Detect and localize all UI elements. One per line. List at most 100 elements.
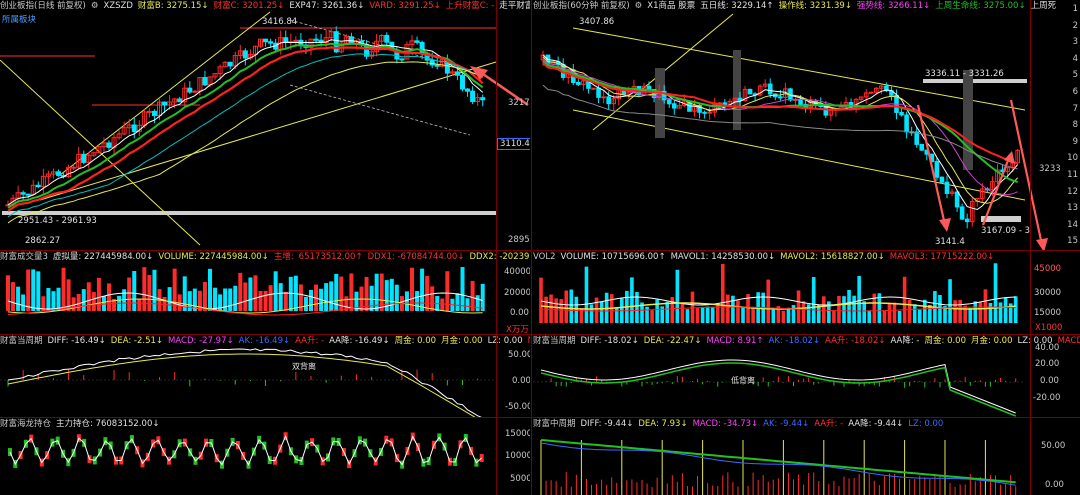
candle xyxy=(146,110,152,113)
resistance-band xyxy=(923,79,1027,83)
panel-divider xyxy=(0,250,1080,251)
volume-bar xyxy=(16,286,21,311)
candle xyxy=(672,103,677,109)
volume-bar xyxy=(584,266,589,323)
left-macd-lines[interactable] xyxy=(0,335,530,417)
right-mid-cycle-lines[interactable] xyxy=(533,418,1080,495)
volume-bar xyxy=(630,277,634,323)
right-volume-chart[interactable]: VOL2 VOLUME: 10715696.00↑ MAVOL1: 14258530… xyxy=(533,251,1080,334)
volume-bar xyxy=(208,268,212,311)
volume-bar xyxy=(892,302,897,323)
candle xyxy=(596,87,601,98)
left-main-chart[interactable]: 创业板指(日线 前复权) ⚙ XZSZD 财富B: 3275.15↓ 财富C: 3201… xyxy=(0,0,530,250)
left-volume-chart[interactable]: 财富成交量3 虚拟量: 227445984.00↓ VOLUME: 22744598… xyxy=(0,251,530,334)
volume-bar xyxy=(862,301,866,323)
volume-axis-label: 40000 xyxy=(504,267,530,277)
candle xyxy=(899,111,904,116)
volume-bar xyxy=(539,277,543,323)
right-volume-bars[interactable] xyxy=(533,251,1080,334)
candle xyxy=(576,81,581,85)
left-position-bars[interactable] xyxy=(0,418,530,495)
volume-bar xyxy=(394,284,399,311)
macd-annotation: 低背离 xyxy=(731,376,755,385)
volume-bar xyxy=(455,293,460,311)
volume-bar xyxy=(268,285,273,311)
volume-axis-label: 15000 xyxy=(1034,308,1062,318)
volume-bar xyxy=(650,310,654,323)
arrow-head xyxy=(1004,151,1015,164)
left-candlestick-chart[interactable] xyxy=(0,0,530,250)
volume-bar xyxy=(76,293,81,311)
volume-bar xyxy=(907,299,912,323)
volume-bar xyxy=(430,286,435,311)
volume-bar xyxy=(675,269,680,323)
right-macd-lines[interactable] xyxy=(533,335,1080,417)
volume-bar xyxy=(953,300,957,323)
right-candlestick-chart[interactable] xyxy=(533,0,1080,250)
candle xyxy=(737,97,743,102)
volume-bar xyxy=(882,310,887,323)
volume-bar xyxy=(31,269,36,311)
left-position-chart[interactable]: 财富海龙持仓 主力持仓: 76083152.00↓ 15000 10000 500… xyxy=(0,418,530,495)
row-index-number: 13 xyxy=(1067,203,1078,214)
candle xyxy=(904,114,909,133)
volume-bar xyxy=(440,298,445,311)
candle xyxy=(959,206,965,220)
volume-bar xyxy=(288,276,293,311)
volume-axis-label: 45000 xyxy=(1034,264,1062,274)
position-axis-label: 10000 xyxy=(505,451,530,461)
volume-bar xyxy=(1013,296,1018,323)
candle xyxy=(914,131,919,145)
volume-bar xyxy=(1003,297,1008,323)
axis-divider xyxy=(1030,0,1031,495)
volume-bar xyxy=(594,297,599,323)
volume-bar xyxy=(857,276,861,323)
volume-bar xyxy=(61,267,66,311)
candle xyxy=(470,90,476,102)
macd-axis-label: -50.00 xyxy=(505,402,530,412)
trend-line xyxy=(59,11,271,176)
right-mid-cycle-chart[interactable]: 财富中周期 DIFF: -9.44↓ DEA: 7.93↓ MACD: -34.73↓… xyxy=(533,418,1080,495)
support-band-label: 2951.43 - 2961.93 xyxy=(18,216,97,226)
left-volume-bars[interactable] xyxy=(0,251,530,334)
high-price-label: 3416.84 xyxy=(262,17,298,27)
panel-divider xyxy=(531,0,532,495)
volume-bar xyxy=(726,294,730,323)
right-main-chart[interactable]: 创业板指(60分钟 前复权) ⚙ X1商品 股票 五日线: 3229.14↑ 操作线: … xyxy=(533,0,1080,250)
volume-bar xyxy=(56,287,61,311)
volume-bar xyxy=(147,274,152,311)
volume-bar xyxy=(690,291,695,323)
volume-bar xyxy=(228,288,233,311)
volume-axis-label: 30000 xyxy=(1034,288,1062,298)
candle xyxy=(242,50,248,59)
candle xyxy=(35,184,41,188)
candle xyxy=(868,91,874,94)
volume-bar xyxy=(283,291,288,311)
row-index-number: 11 xyxy=(1067,170,1078,180)
position-axis-label: 15000 xyxy=(505,429,530,439)
volume-bar xyxy=(710,307,715,323)
volume-axis-label: 0.00 xyxy=(510,308,529,318)
right-macd-chart[interactable]: 财富当周期 DIFF: -18.02↓ DEA: -22.47↓ MACD: 8.91… xyxy=(533,335,1080,417)
row-index-number: 12 xyxy=(1067,186,1078,197)
current-price-tag: 3110.4 xyxy=(497,138,530,150)
dea-line xyxy=(540,362,1016,417)
volume-bar xyxy=(670,296,675,323)
price-axis-label: 2895 xyxy=(508,235,530,245)
row-index-number: 10 xyxy=(1067,153,1078,164)
volume-bar xyxy=(213,287,218,311)
left-macd-chart[interactable]: 财富当周期 DIFF: -16.49↓ DEA: -2.51↓ MACD: -27.9… xyxy=(0,335,530,417)
volume-bar xyxy=(253,275,258,311)
ma-line-yellow xyxy=(7,61,483,224)
volume-bar xyxy=(152,269,157,311)
volume-bar xyxy=(91,292,96,311)
volume-bar xyxy=(107,283,111,311)
volume-bar xyxy=(928,305,932,323)
macd-axis-label: 0.00 xyxy=(1040,376,1059,386)
volume-bar xyxy=(309,289,313,311)
volume-bar xyxy=(389,278,394,311)
volume-bar xyxy=(998,302,1003,323)
candle xyxy=(944,181,950,194)
candle xyxy=(934,161,940,178)
volume-bar xyxy=(958,299,962,323)
